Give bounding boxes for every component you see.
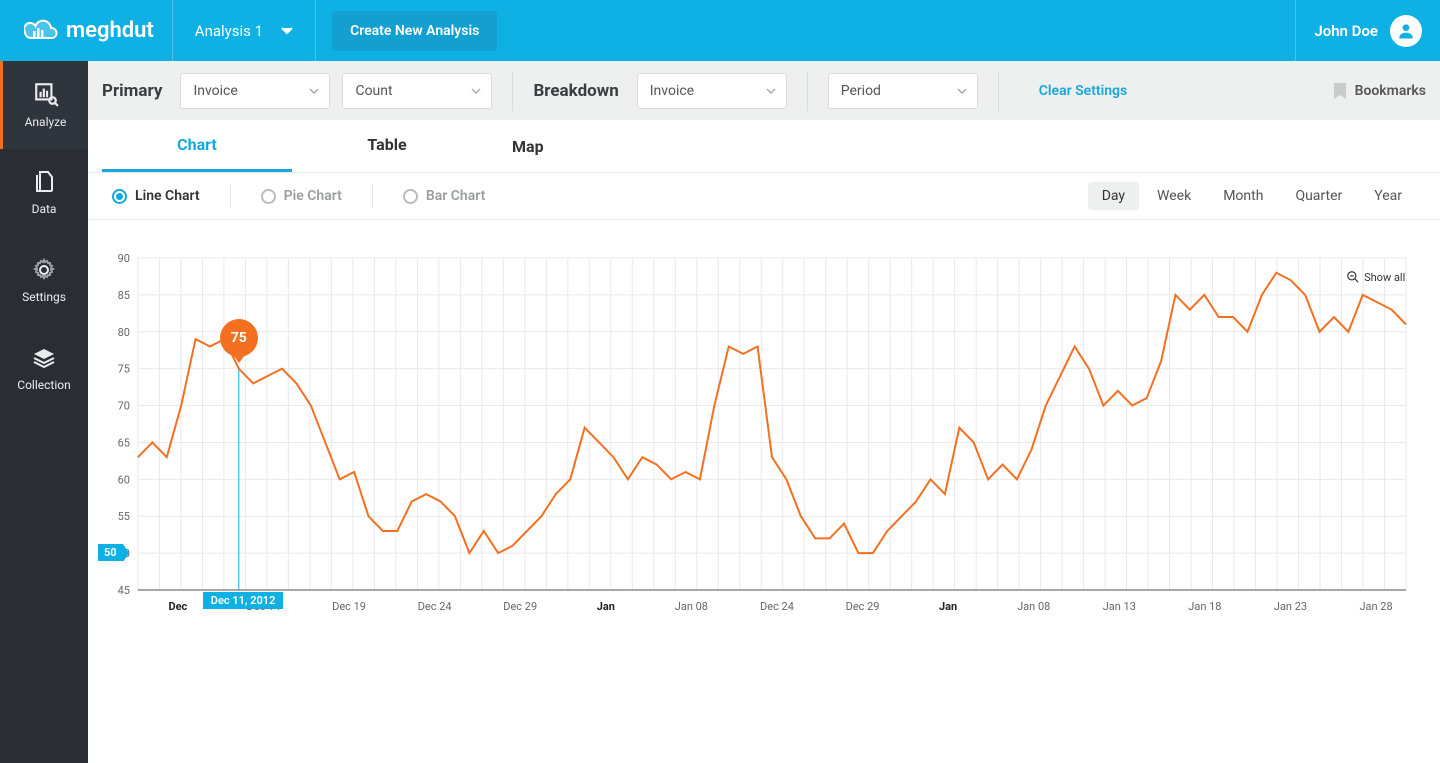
view-tabs: Chart Table Map bbox=[88, 120, 1440, 173]
sidebar-item-label: Data bbox=[32, 202, 57, 216]
filter-bar: Primary Invoice Count Breakdown Invoice … bbox=[88, 61, 1440, 120]
data-icon bbox=[32, 170, 56, 194]
sidebar-item-data[interactable]: Data bbox=[0, 149, 88, 237]
bookmarks-button[interactable]: Bookmarks bbox=[1333, 82, 1426, 100]
user-menu[interactable]: John Doe bbox=[1295, 0, 1440, 61]
app-header: meghdut Analysis 1 Create New Analysis J… bbox=[0, 0, 1440, 61]
analyze-icon bbox=[33, 81, 59, 107]
svg-text:Dec 29: Dec 29 bbox=[846, 600, 880, 613]
line-chart[interactable]: 45505560657075808590 DecDec 14Dec 19Dec … bbox=[98, 250, 1416, 620]
svg-text:60: 60 bbox=[118, 473, 130, 486]
zoom-out-icon bbox=[1346, 270, 1360, 284]
analysis-name: Analysis 1 bbox=[195, 22, 263, 40]
breakdown-label: Breakdown bbox=[533, 81, 618, 101]
brand-logo[interactable]: meghdut bbox=[0, 0, 173, 61]
svg-text:75: 75 bbox=[118, 363, 130, 376]
gear-icon bbox=[32, 258, 56, 282]
range-year[interactable]: Year bbox=[1360, 182, 1416, 210]
create-analysis-button[interactable]: Create New Analysis bbox=[332, 11, 497, 51]
chevron-down-icon bbox=[766, 88, 776, 94]
chart-area: 45505560657075808590 DecDec 14Dec 19Dec … bbox=[88, 220, 1440, 763]
bookmarks-label: Bookmarks bbox=[1355, 83, 1426, 99]
chevron-down-icon bbox=[281, 27, 293, 35]
svg-text:65: 65 bbox=[118, 436, 130, 449]
radio-label: Line Chart bbox=[135, 188, 200, 204]
radio-pie-chart[interactable]: Pie Chart bbox=[261, 188, 342, 204]
analysis-dropdown[interactable]: Analysis 1 bbox=[173, 0, 316, 61]
select-value: Invoice bbox=[193, 83, 237, 99]
main-content: Primary Invoice Count Breakdown Invoice … bbox=[88, 61, 1440, 763]
select-value: Count bbox=[355, 83, 392, 99]
show-all-label: Show all bbox=[1364, 271, 1405, 284]
sidebar: Analyze Data Settings Collection bbox=[0, 61, 88, 763]
user-icon bbox=[1396, 21, 1416, 41]
radio-icon bbox=[112, 189, 127, 204]
svg-text:45: 45 bbox=[118, 584, 130, 597]
sidebar-item-label: Settings bbox=[22, 290, 66, 304]
range-quarter[interactable]: Quarter bbox=[1281, 182, 1356, 210]
chevron-down-icon bbox=[957, 88, 967, 94]
range-week[interactable]: Week bbox=[1143, 182, 1205, 210]
svg-text:Dec 24: Dec 24 bbox=[418, 600, 452, 613]
svg-text:80: 80 bbox=[118, 326, 130, 339]
chart-options: Line Chart Pie Chart Bar Chart Day Week … bbox=[88, 173, 1440, 220]
svg-text:85: 85 bbox=[118, 289, 130, 302]
primary-metric-select[interactable]: Count bbox=[342, 73, 492, 109]
avatar bbox=[1390, 15, 1422, 47]
chevron-down-icon bbox=[471, 88, 481, 94]
sidebar-item-label: Collection bbox=[17, 378, 70, 392]
select-value: Invoice bbox=[650, 83, 694, 99]
radio-bar-chart[interactable]: Bar Chart bbox=[403, 188, 486, 204]
radio-icon bbox=[403, 189, 418, 204]
range-day[interactable]: Day bbox=[1088, 182, 1139, 210]
sidebar-item-settings[interactable]: Settings bbox=[0, 237, 88, 325]
radio-line-chart[interactable]: Line Chart bbox=[112, 188, 200, 204]
bookmark-icon bbox=[1333, 82, 1347, 100]
svg-text:Jan: Jan bbox=[939, 600, 957, 613]
period-select[interactable]: Period bbox=[828, 73, 978, 109]
radio-icon bbox=[261, 189, 276, 204]
user-name: John Doe bbox=[1314, 22, 1378, 40]
show-all-button[interactable]: Show all bbox=[1346, 270, 1405, 284]
primary-label: Primary bbox=[102, 81, 162, 101]
svg-text:55: 55 bbox=[118, 510, 130, 523]
chevron-down-icon bbox=[309, 88, 319, 94]
radio-label: Bar Chart bbox=[426, 188, 486, 204]
breakdown-dimension-select[interactable]: Invoice bbox=[637, 73, 787, 109]
svg-text:Jan 08: Jan 08 bbox=[675, 600, 708, 613]
svg-text:Jan 13: Jan 13 bbox=[1103, 600, 1136, 613]
svg-text:Dec 19: Dec 19 bbox=[332, 600, 366, 613]
sidebar-item-collection[interactable]: Collection bbox=[0, 325, 88, 413]
brand-name: meghdut bbox=[66, 18, 154, 43]
sidebar-item-analyze[interactable]: Analyze bbox=[0, 61, 88, 149]
svg-text:Dec 24: Dec 24 bbox=[760, 600, 794, 613]
tab-chart[interactable]: Chart bbox=[102, 120, 292, 172]
svg-text:Jan: Jan bbox=[597, 600, 615, 613]
svg-text:Jan 08: Jan 08 bbox=[1017, 600, 1050, 613]
layers-icon bbox=[32, 346, 56, 370]
svg-text:70: 70 bbox=[118, 400, 130, 413]
y-reference-badge: 50 bbox=[98, 544, 123, 561]
tab-map[interactable]: Map bbox=[482, 120, 672, 172]
x-highlight-badge: Dec 11, 2012 bbox=[203, 592, 284, 609]
svg-text:Jan 23: Jan 23 bbox=[1274, 600, 1307, 613]
primary-dimension-select[interactable]: Invoice bbox=[180, 73, 330, 109]
range-month[interactable]: Month bbox=[1209, 182, 1277, 210]
clear-settings-link[interactable]: Clear Settings bbox=[1039, 83, 1127, 99]
data-point-tooltip: 75 bbox=[220, 319, 258, 357]
select-value: Period bbox=[841, 83, 881, 99]
radio-label: Pie Chart bbox=[284, 188, 342, 204]
svg-text:Jan 18: Jan 18 bbox=[1188, 600, 1221, 613]
cloud-chart-icon bbox=[24, 19, 58, 43]
svg-text:90: 90 bbox=[118, 252, 130, 265]
svg-text:Jan 28: Jan 28 bbox=[1359, 600, 1392, 613]
svg-text:Dec 29: Dec 29 bbox=[503, 600, 537, 613]
tab-table[interactable]: Table bbox=[292, 120, 482, 172]
sidebar-item-label: Analyze bbox=[25, 115, 67, 129]
svg-text:Dec: Dec bbox=[168, 600, 187, 613]
